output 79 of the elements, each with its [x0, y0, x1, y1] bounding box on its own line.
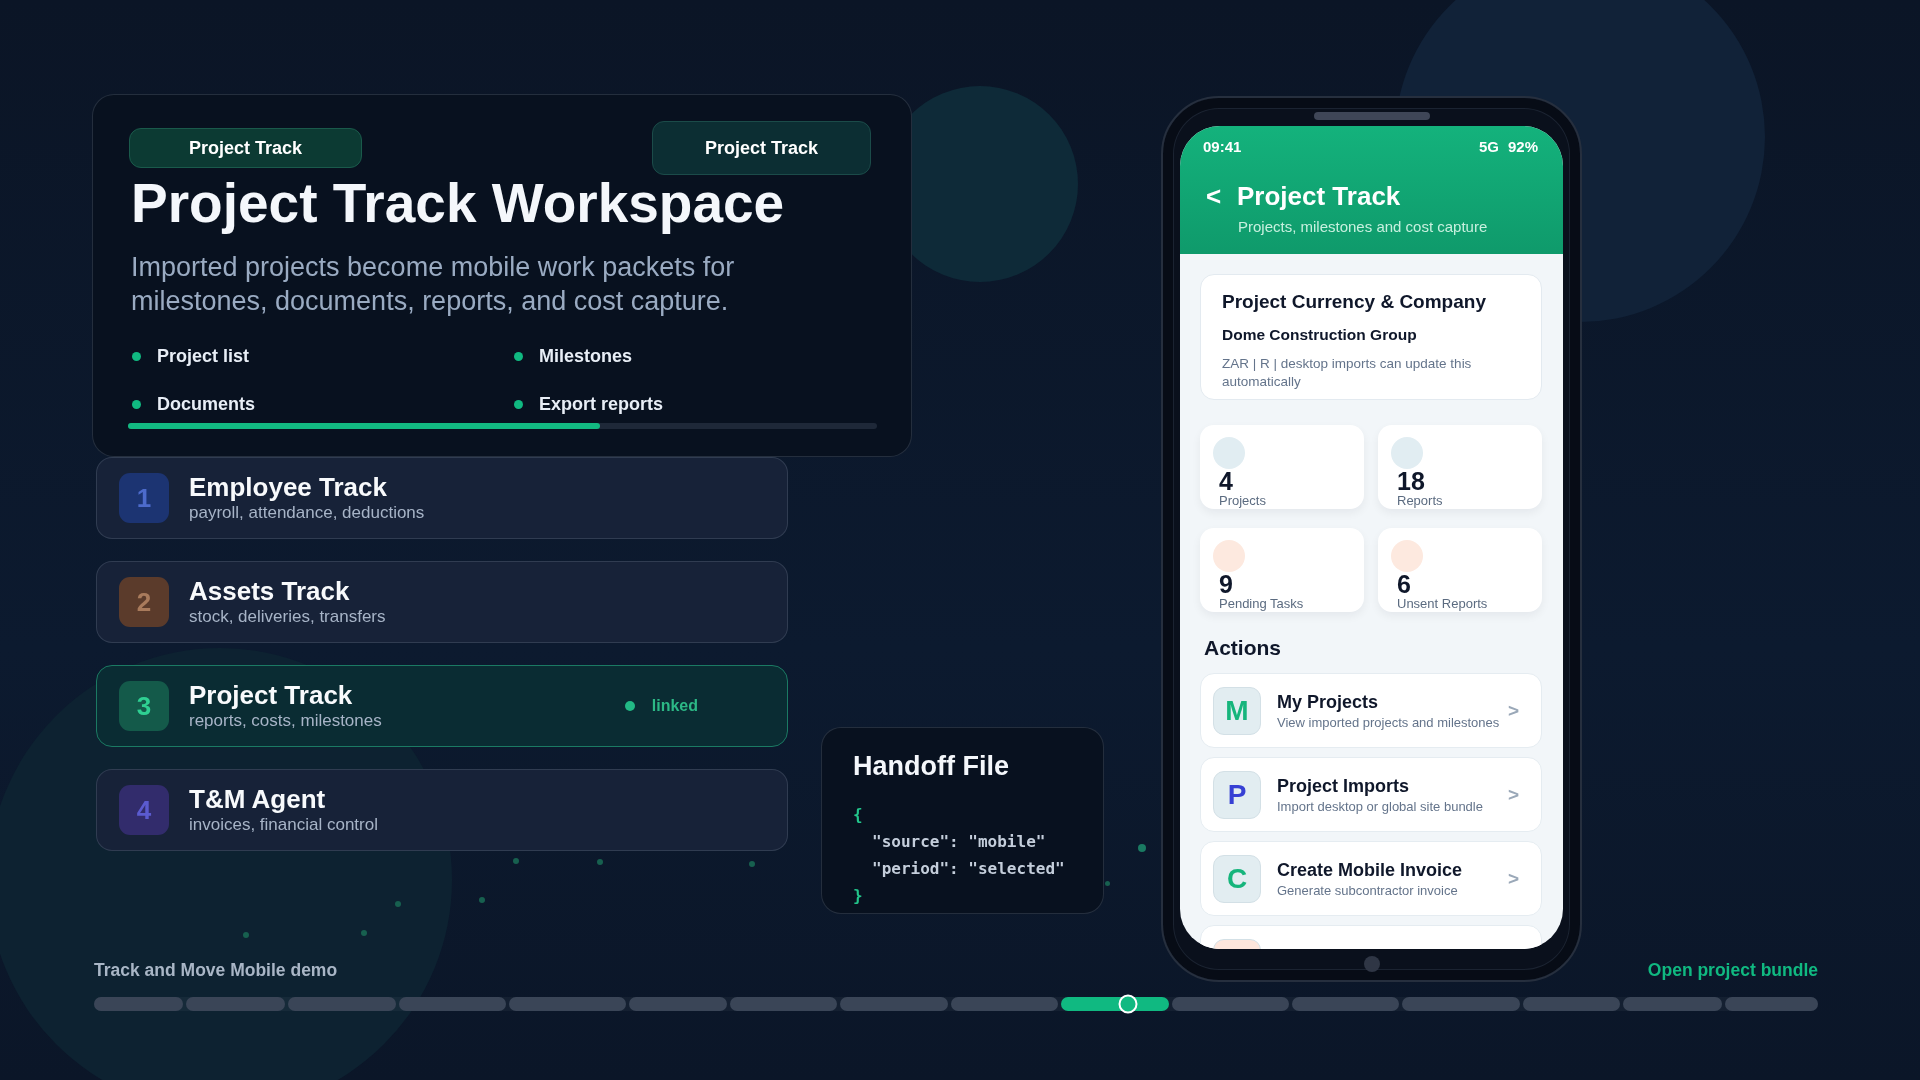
bullet-dot-icon	[132, 399, 141, 409]
particle-dot	[513, 858, 519, 864]
playhead-handle[interactable]	[1118, 994, 1138, 1014]
particle-dot	[749, 861, 755, 867]
particle-dot	[361, 930, 367, 936]
bullet-dot-icon	[132, 351, 141, 361]
code-line: "period": "selected"	[871, 858, 1066, 880]
stat-label: Pending Tasks	[1219, 596, 1304, 612]
track-title: Project Track	[189, 680, 354, 710]
track-card[interactable]: 1 Employee Track payroll, attendance, deductions	[96, 457, 788, 539]
stat-value: 9	[1219, 572, 1233, 596]
step-number: 3	[136, 691, 152, 721]
stat-label: Reports	[1397, 493, 1443, 509]
track-title: Employee Track	[189, 472, 388, 502]
action-title: My Projects	[1277, 690, 1380, 714]
status-dot-icon	[624, 701, 635, 711]
stat-value: 6	[1397, 572, 1411, 596]
tile-letter: P	[1227, 778, 1247, 811]
tile-letter: C	[1226, 862, 1248, 895]
track-card[interactable]: 2 Assets Track stock, deliveries, transfers	[96, 561, 788, 643]
step-number: 1	[136, 483, 152, 513]
action-description: Import desktop or global site bundle	[1277, 797, 1483, 816]
track-card[interactable]: 3 Project Track reports, costs, milestones linked	[96, 665, 788, 747]
status-time: 09:41	[1203, 138, 1242, 156]
actions-heading: Actions	[1203, 635, 1282, 661]
particle-dot	[243, 932, 249, 938]
chevron-icon: >	[1507, 699, 1519, 722]
stat-value: 18	[1397, 469, 1425, 493]
step-number: 2	[136, 587, 152, 617]
company-note: ZAR | R | desktop imports can update this automatically	[1222, 355, 1473, 391]
action-card[interactable]: C Create Mobile Invoice Generate subcontractor invoice >	[1200, 841, 1542, 916]
code-line: {	[853, 804, 864, 826]
track-title: T&M Agent	[189, 784, 327, 814]
track-card[interactable]: 4 T&M Agent invoices, financial control	[96, 769, 788, 851]
track-subtitle: invoices, financial control	[189, 814, 378, 836]
chevron-icon: >	[1507, 783, 1519, 806]
network-label: 5G	[1478, 138, 1499, 156]
particle-dot	[395, 901, 401, 907]
header-subtitle: Projects, milestones and cost capture	[1238, 217, 1489, 236]
action-description: Generate subcontractor invoice	[1277, 881, 1459, 900]
step-number: 4	[136, 795, 152, 825]
feature-label: Export reports	[539, 393, 664, 415]
action-description: View imported projects and milestones	[1277, 713, 1500, 732]
bullet-dot-icon	[514, 351, 523, 361]
stat-label: Unsent Reports	[1397, 596, 1488, 612]
code-line: "source": "mobile"	[871, 831, 1047, 853]
stat-value: 4	[1219, 469, 1233, 493]
project-tag: Project Track	[129, 128, 362, 168]
feature-label: Documents	[157, 393, 255, 415]
feature-label: Project list	[157, 345, 250, 367]
track-subtitle: payroll, attendance, deductions	[189, 502, 425, 524]
header-title: Project Track	[1237, 180, 1401, 212]
particle-dot	[479, 897, 485, 903]
home-button-icon	[1363, 956, 1380, 972]
action-card[interactable]: P Project Imports Import desktop or global site bundle >	[1200, 757, 1542, 832]
handoff-title: Handoff File	[853, 750, 1010, 783]
track-subtitle: reports, costs, milestones	[189, 710, 382, 732]
track-subtitle: stock, deliveries, transfers	[189, 606, 386, 628]
action-title: Create Mobile Invoice	[1277, 858, 1463, 882]
status-label: linked	[651, 697, 698, 715]
stat-label: Projects	[1219, 493, 1266, 509]
code-line: }	[853, 885, 864, 907]
company-name: Dome Construction Group	[1222, 325, 1418, 345]
demo-caption: Track and Move Mobile demo	[94, 959, 338, 981]
particle-dot	[597, 859, 603, 865]
particle-dot	[1138, 844, 1146, 852]
project-button[interactable]: Project Track	[652, 121, 871, 175]
action-card[interactable]: M My Projects View imported projects and milestones >	[1200, 673, 1542, 748]
battery-label: 92%	[1507, 138, 1538, 156]
particle-dot	[1105, 881, 1110, 886]
card-title: Project Currency & Company	[1222, 290, 1487, 314]
workspace-description: Imported projects become mobile work packets for milestones, documents, reports, and cost capture.	[131, 251, 736, 318]
bullet-dot-icon	[514, 399, 523, 409]
feature-label: Milestones	[539, 345, 633, 367]
tile-letter: M	[1225, 694, 1249, 727]
action-title: Project Imports	[1277, 774, 1411, 798]
track-title: Assets Track	[189, 576, 351, 606]
chevron-icon: >	[1507, 867, 1519, 890]
bundle-link[interactable]: Open project bundle	[1647, 959, 1818, 981]
